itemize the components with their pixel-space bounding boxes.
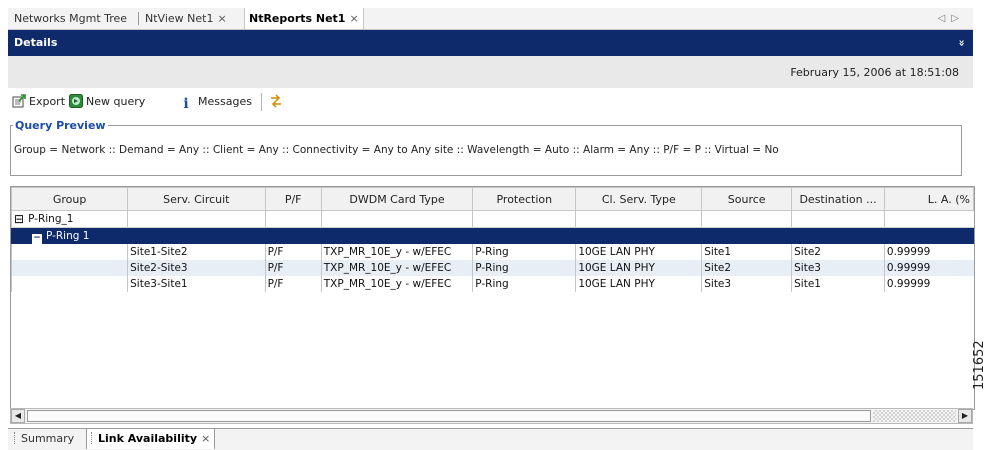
cell-destination: Site3: [791, 260, 885, 276]
cell-group: [11, 276, 128, 292]
tab-grip-icon: [91, 432, 94, 444]
cell-protection: P-Ring: [472, 260, 576, 276]
subgroup-row[interactable]: − P-Ring 1: [11, 227, 974, 244]
export-label: Export: [29, 95, 66, 108]
tab-divider: [138, 12, 139, 25]
cell-la: 0.99999: [883, 244, 974, 260]
tab-link-availability[interactable]: Link Availability ×: [86, 429, 216, 449]
table-row[interactable]: Site1-Site2 P/F TXP_MR_10E_y - w/EFEC P-…: [11, 244, 974, 260]
new-query-button[interactable]: New query: [69, 94, 145, 110]
subgroup-label: P-Ring 1: [46, 230, 90, 242]
group-cell: ⊟ P-Ring_1: [11, 210, 128, 228]
column-header-la[interactable]: L. A. (%: [883, 187, 974, 211]
column-header-destination[interactable]: Destination ...: [791, 187, 885, 211]
cell-pf: P/F: [264, 276, 322, 292]
cell-destination: Site1: [791, 276, 885, 292]
messages-label: Messages: [198, 95, 252, 108]
cell-dwdm-card-type: TXP_MR_10E_y - w/EFEC: [320, 276, 473, 292]
cell-group: [11, 244, 128, 260]
tab-ntreports-net1[interactable]: NtReports Net1 ×: [244, 8, 364, 29]
results-grid: Group Serv. Circuit P/F DWDM Card Type P…: [11, 187, 974, 292]
tab-scroll-left-icon[interactable]: ◁: [938, 13, 952, 24]
scroll-left-arrow-icon[interactable]: ◀: [11, 409, 25, 423]
table-row[interactable]: Site3-Site1 P/F TXP_MR_10E_y - w/EFEC P-…: [11, 276, 974, 292]
column-header-dwdm-card-type[interactable]: DWDM Card Type: [320, 187, 474, 211]
messages-button[interactable]: i Messages: [179, 94, 252, 112]
new-query-icon: [69, 94, 83, 108]
report-info-band: February 15, 2006 at 18:51:08: [8, 56, 973, 88]
subgroup-cell: − P-Ring 1: [11, 227, 128, 244]
group-row[interactable]: ⊟ P-Ring_1: [11, 210, 974, 228]
column-header-group[interactable]: Group: [11, 187, 129, 211]
group-label: P-Ring_1: [28, 213, 74, 225]
close-icon[interactable]: ×: [201, 432, 210, 445]
tab-summary[interactable]: Summary: [10, 429, 78, 449]
bottom-tab-bar: Summary Link Availability ×: [8, 428, 973, 450]
details-header: Details »: [8, 30, 973, 56]
column-header-serv-circuit[interactable]: Serv. Circuit: [127, 187, 266, 211]
column-header-cl-serv-type[interactable]: Cl. Serv. Type: [575, 187, 703, 211]
horizontal-scrollbar[interactable]: ◀ ▶: [10, 408, 973, 424]
cell-pf: P/F: [264, 244, 322, 260]
column-header-protection[interactable]: Protection: [472, 187, 577, 211]
tab-networks-mgmt-tree[interactable]: Networks Mgmt Tree: [10, 8, 131, 29]
refresh-button[interactable]: [269, 94, 286, 110]
toolbar-divider: [261, 93, 262, 111]
cell-pf: P/F: [264, 260, 322, 276]
tab-grip-icon: [14, 432, 17, 444]
editor-tab-bar: Networks Mgmt Tree NtView Net1 × NtReport…: [8, 8, 973, 30]
report-toolbar: Export New query i Messages: [8, 88, 973, 116]
tab-ntview-net1[interactable]: NtView Net1 ×: [141, 8, 231, 29]
info-icon: i: [183, 96, 189, 112]
column-header-pf[interactable]: P/F: [264, 187, 322, 211]
close-icon[interactable]: ×: [349, 12, 358, 25]
cell-protection: P-Ring: [472, 244, 576, 260]
query-preview-title: Query Preview: [13, 119, 108, 132]
cell-protection: P-Ring: [472, 276, 576, 292]
tab-label: NtView Net1: [145, 12, 214, 25]
cell-la: 0.99999: [883, 276, 974, 292]
tab-nav: ◁▷: [938, 8, 965, 29]
cell-source: Site3: [701, 276, 792, 292]
collapse-tree-icon[interactable]: −: [32, 234, 42, 244]
figure-id: 151652: [972, 340, 987, 390]
cell-dwdm-card-type: TXP_MR_10E_y - w/EFEC: [320, 244, 473, 260]
close-icon[interactable]: ×: [217, 12, 226, 25]
cell-la: 0.99999: [883, 260, 974, 276]
cell-source: Site1: [701, 244, 792, 260]
tab-label: Link Availability: [98, 432, 198, 445]
tab-label: Summary: [21, 432, 75, 445]
results-table[interactable]: Group Serv. Circuit P/F DWDM Card Type P…: [10, 186, 975, 410]
details-title: Details: [14, 36, 58, 49]
cell-serv-circuit: Site2-Site3: [127, 260, 266, 276]
tab-label: Networks Mgmt Tree: [14, 12, 128, 25]
table-row[interactable]: Site2-Site3 P/F TXP_MR_10E_y - w/EFEC P-…: [11, 260, 974, 276]
refresh-icon: [271, 94, 281, 108]
scroll-right-arrow-icon[interactable]: ▶: [958, 409, 972, 423]
scrollbar-thumb[interactable]: [27, 410, 871, 422]
table-header-row: Group Serv. Circuit P/F DWDM Card Type P…: [11, 187, 974, 211]
scrollbar-track[interactable]: [873, 410, 956, 422]
cell-cl-serv-type: 10GE LAN PHY: [575, 260, 702, 276]
collapse-icon[interactable]: »: [948, 39, 974, 46]
cell-destination: Site2: [791, 244, 885, 260]
tab-label: NtReports Net1: [249, 12, 346, 25]
export-button[interactable]: Export: [12, 94, 65, 110]
export-icon: [12, 94, 26, 108]
query-preview-panel: Query Preview Group = Network :: Demand …: [10, 119, 962, 176]
cell-serv-circuit: Site1-Site2: [127, 244, 266, 260]
cell-cl-serv-type: 10GE LAN PHY: [575, 244, 702, 260]
column-header-source[interactable]: Source: [701, 187, 793, 211]
collapse-tree-icon[interactable]: ⊟: [14, 213, 25, 225]
query-preview-text: Group = Network :: Demand = Any :: Clien…: [14, 144, 779, 156]
report-timestamp: February 15, 2006 at 18:51:08: [790, 66, 959, 79]
tab-scroll-right-icon[interactable]: ▷: [951, 13, 965, 24]
cell-serv-circuit: Site3-Site1: [127, 276, 266, 292]
cell-dwdm-card-type: TXP_MR_10E_y - w/EFEC: [320, 260, 473, 276]
new-query-label: New query: [86, 95, 146, 108]
cell-source: Site2: [701, 260, 792, 276]
cell-cl-serv-type: 10GE LAN PHY: [575, 276, 702, 292]
cell-group: [11, 260, 128, 276]
